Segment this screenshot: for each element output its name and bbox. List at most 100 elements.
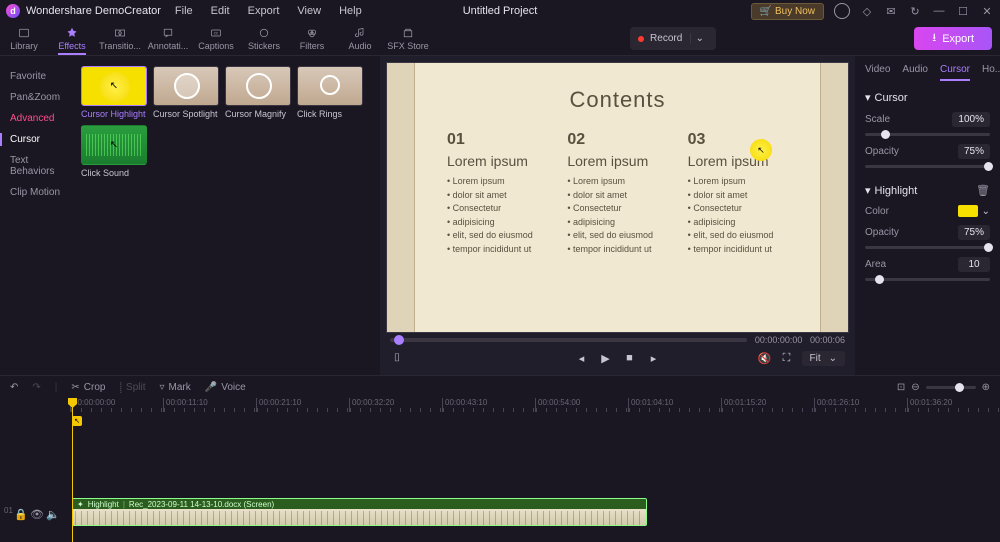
lock-icon[interactable]: 🔒 [14, 508, 24, 518]
delete-highlight-icon[interactable]: 🗑 [976, 184, 990, 197]
prop-tab-video[interactable]: Video [865, 64, 890, 81]
preview-canvas[interactable]: Contents 01Lorem ipsumLorem ipsumdolor s… [386, 62, 849, 333]
timeline: 00:00:00:0000:00:11:1000:00:21:1000:00:3… [0, 398, 1000, 542]
snapshot-icon[interactable]: ⌷ [390, 351, 404, 365]
maximize-icon[interactable]: ☐ [956, 4, 970, 18]
mark-tool[interactable]: ▿ Mark [160, 382, 191, 393]
track-head: 01 🔒 👁 🔈 [0, 498, 70, 528]
undo-icon[interactable]: ↶ [10, 382, 18, 393]
playhead[interactable] [72, 398, 73, 542]
highlight-opacity-value[interactable]: 75% [958, 225, 990, 240]
visibility-icon[interactable]: 👁 [30, 508, 40, 518]
zoom-slider[interactable] [926, 386, 976, 389]
sidebar-item-panzoom[interactable]: Pan&Zoom [0, 87, 78, 108]
cloud-icon[interactable]: ◇ [860, 4, 874, 18]
prop-tab-cursor[interactable]: Cursor [940, 64, 970, 81]
sidebar-item-favorite[interactable]: Favorite [0, 66, 78, 87]
export-icon: ⭳ [932, 29, 936, 48]
scale-value[interactable]: 100% [952, 112, 990, 127]
voice-tool[interactable]: 🎤 Voice [205, 382, 246, 393]
play-icon[interactable]: ▶ [599, 351, 613, 365]
zoom-out-icon[interactable]: ⊖ [911, 382, 919, 393]
menu-view[interactable]: View [297, 5, 321, 17]
timeline-clip[interactable]: ✦ Highlight | Rec_2023-09-11 14-13-10.do… [72, 498, 647, 526]
fit-select[interactable]: Fit⌄ [802, 351, 846, 366]
sidebar-item-text-behaviors[interactable]: Text Behaviors [0, 150, 78, 182]
zoom-in-icon[interactable]: ⊕ [982, 382, 990, 393]
tab-effects[interactable]: Effects [48, 22, 96, 55]
area-slider[interactable] [865, 278, 990, 281]
effect-click-rings[interactable]: Click Rings [297, 66, 363, 119]
sidebar-item-advanced[interactable]: Advanced [0, 108, 78, 129]
sidebar-item-cursor[interactable]: Cursor [0, 129, 78, 150]
area-value[interactable]: 10 [958, 257, 990, 272]
section-highlight[interactable]: ▾Highlight🗑 [865, 184, 990, 197]
buy-now-button[interactable]: 🛒 Buy Now [751, 3, 824, 20]
zoom-fit-icon[interactable]: ⊡ [897, 382, 905, 393]
effect-click-sound[interactable]: ↖ Click Sound [81, 125, 147, 178]
property-tabs: Video Audio Cursor Ho... [865, 64, 990, 81]
redo-icon[interactable]: ↷ [32, 382, 40, 393]
export-button[interactable]: ⭳ Export [914, 27, 992, 50]
scrub-track[interactable] [390, 338, 747, 342]
message-icon[interactable]: ✉ [884, 4, 898, 18]
effect-cursor-highlight[interactable]: ↖ Cursor Highlight [81, 66, 147, 119]
record-dropdown-icon[interactable]: ⌄ [690, 33, 708, 44]
tab-filters[interactable]: Filters [288, 22, 336, 55]
minimize-icon[interactable]: — [932, 4, 946, 18]
tab-annotations[interactable]: Annotati... [144, 22, 192, 55]
tab-captions[interactable]: ccCaptions [192, 22, 240, 55]
menu-help[interactable]: Help [339, 5, 362, 17]
history-icon[interactable]: ↻ [908, 4, 922, 18]
record-button[interactable]: Record ⌄ [630, 27, 716, 50]
color-label: Color [865, 206, 889, 217]
clip-effect-badge: Highlight [88, 500, 119, 509]
record-dot-icon [638, 36, 644, 42]
cursor-opacity-slider[interactable] [865, 165, 990, 168]
effect-cursor-spotlight[interactable]: Cursor Spotlight [153, 66, 219, 119]
menu-export[interactable]: Export [248, 5, 280, 17]
tab-audio[interactable]: Audio [336, 22, 384, 55]
tab-sfx-store[interactable]: SFX Store [384, 22, 432, 55]
time-total: 00:00:06 [810, 335, 845, 345]
tab-library[interactable]: Library [0, 22, 48, 55]
chevron-down-icon: ▾ [865, 184, 871, 197]
timeline-ruler[interactable]: 00:00:00:0000:00:11:1000:00:21:1000:00:3… [70, 398, 1000, 412]
main-menu: File Edit Export View Help [175, 5, 362, 17]
properties-panel: Video Audio Cursor Ho... ▾Cursor Scale10… [855, 56, 1000, 375]
clip-name: Rec_2023-09-11 14-13-10.docx (Screen) [129, 500, 274, 509]
scale-slider[interactable] [865, 133, 990, 136]
mute-icon[interactable]: 🔇 [758, 351, 772, 365]
mute-track-icon[interactable]: 🔈 [46, 508, 56, 518]
crop-tool[interactable]: ✂ Crop [71, 382, 105, 393]
tab-bar: Library Effects Transitio... Annotati...… [0, 22, 1000, 56]
menu-file[interactable]: File [175, 5, 193, 17]
effect-cursor-magnify[interactable]: Cursor Magnify [225, 66, 291, 119]
color-picker[interactable]: ⌄ [958, 205, 990, 217]
app-name: Wondershare DemoCreator [26, 5, 161, 17]
sidebar-item-clip-motion[interactable]: Clip Motion [0, 182, 78, 203]
doc-title: Contents [447, 87, 788, 113]
highlight-opacity-slider[interactable] [865, 246, 990, 249]
effect-badge-icon: ✦ [77, 500, 84, 509]
tab-transitions[interactable]: Transitio... [96, 22, 144, 55]
stop-icon[interactable]: ■ [623, 351, 637, 365]
cursor-marker[interactable]: ↖ [72, 416, 82, 426]
area-label: Area [865, 259, 886, 270]
cursor-opacity-value[interactable]: 75% [958, 144, 990, 159]
tab-stickers[interactable]: Stickers [240, 22, 288, 55]
highlight-opacity-label: Opacity [865, 227, 899, 238]
split-tool[interactable]: ⸽ Split [119, 380, 145, 394]
scale-label: Scale [865, 114, 890, 125]
preview-panel: Contents 01Lorem ipsumLorem ipsumdolor s… [380, 56, 855, 375]
close-icon[interactable]: ✕ [980, 4, 994, 18]
next-frame-icon[interactable]: ▸ [647, 351, 661, 365]
prop-tab-more[interactable]: Ho... [982, 64, 1000, 81]
account-icon[interactable] [834, 3, 850, 19]
fullscreen-icon[interactable]: ⛶ [780, 351, 794, 365]
prev-frame-icon[interactable]: ◂ [575, 351, 589, 365]
menu-edit[interactable]: Edit [211, 5, 230, 17]
prop-tab-audio[interactable]: Audio [902, 64, 928, 81]
section-cursor[interactable]: ▾Cursor [865, 91, 990, 104]
svg-text:cc: cc [214, 30, 219, 35]
